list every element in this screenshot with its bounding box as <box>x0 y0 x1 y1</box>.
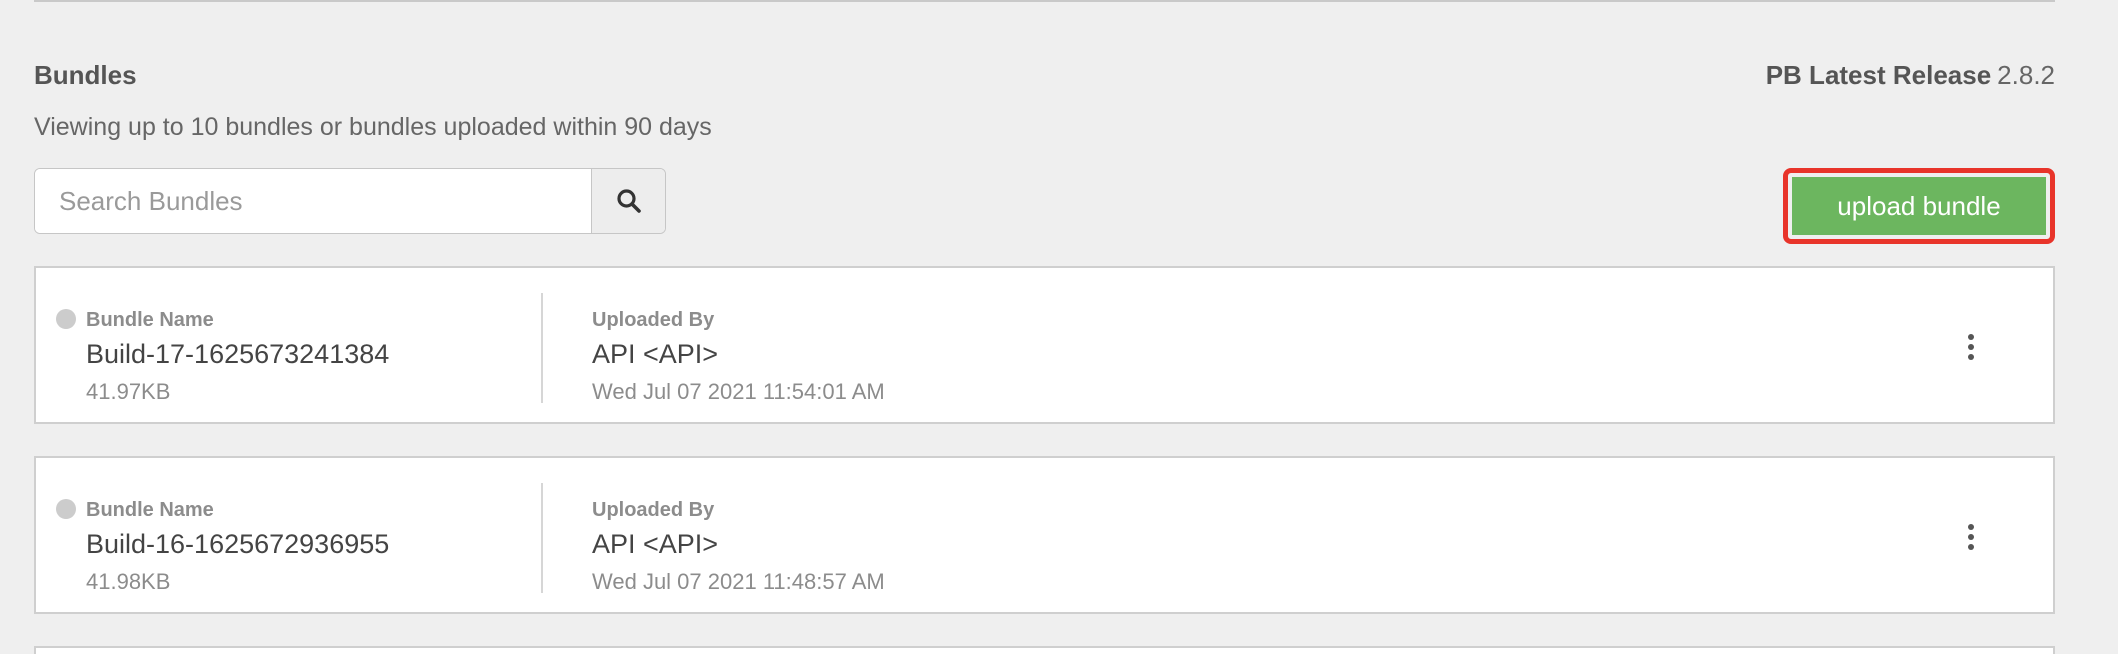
uploaded-by-value: API <API> <box>592 339 719 369</box>
latest-release-version: 2.8.2 <box>1997 60 2055 90</box>
search-button[interactable] <box>591 169 665 233</box>
bundle-card: Bundle Name Build-17-1625673241384 41.97… <box>34 266 2055 424</box>
bundle-card: Bundle Name Build-16-1625672936955 41.98… <box>34 456 2055 614</box>
upload-bundle-button[interactable]: upload bundle <box>1792 177 2046 235</box>
top-divider <box>34 0 2055 2</box>
section-title: Bundles <box>34 60 137 90</box>
uploaded-by-label: Uploaded By <box>592 309 715 331</box>
bundle-name-label: Bundle Name <box>86 499 214 521</box>
uploaded-at: Wed Jul 07 2021 11:48:57 AM <box>592 569 885 594</box>
uploaded-at: Wed Jul 07 2021 11:54:01 AM <box>592 379 885 404</box>
column-divider <box>541 483 543 593</box>
bundle-size: 41.97KB <box>86 379 171 404</box>
uploaded-by-value: API <API> <box>592 529 719 559</box>
bundle-name-label: Bundle Name <box>86 309 214 331</box>
more-vertical-icon[interactable] <box>1961 334 1981 360</box>
search-bundles-box <box>34 168 666 234</box>
bundles-subtitle: Viewing up to 10 bundles or bundles uplo… <box>34 113 712 141</box>
status-dot-icon <box>56 309 76 329</box>
bundle-name: Build-16-1625672936955 <box>86 529 390 559</box>
more-vertical-icon[interactable] <box>1961 524 1981 550</box>
bundle-card-partial <box>34 646 2055 654</box>
uploaded-by-label: Uploaded By <box>592 499 715 521</box>
search-bundles-input[interactable] <box>35 169 591 233</box>
status-dot-icon <box>56 499 76 519</box>
search-icon <box>616 189 641 213</box>
upload-bundle-highlight: upload bundle <box>1783 168 2055 244</box>
bundle-size: 41.98KB <box>86 569 171 594</box>
column-divider <box>541 293 543 403</box>
latest-release-label: PB Latest Release <box>1765 60 1992 90</box>
bundle-name: Build-17-1625673241384 <box>86 339 390 369</box>
latest-release: PB Latest Release 2.8.2 <box>1766 58 2055 92</box>
